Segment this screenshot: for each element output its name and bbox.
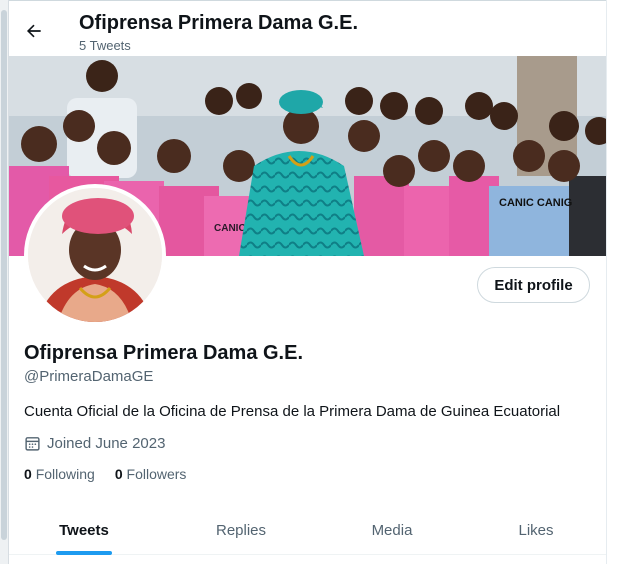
svg-text:CANIC CANIG: CANIC CANIG [499, 197, 572, 209]
following-label: Following [35, 466, 95, 482]
followers-label: Followers [126, 466, 187, 482]
right-divider [606, 0, 619, 564]
following-link[interactable]: 0 Following [24, 466, 95, 482]
joined-date: Joined June 2023 [24, 435, 165, 452]
active-tab-indicator [56, 551, 112, 555]
tab-label: Tweets [59, 521, 109, 539]
tab-media[interactable]: Media [323, 505, 461, 555]
tab-replies[interactable]: Replies [159, 505, 323, 555]
svg-text:CANIC: CANIC [214, 223, 246, 234]
tab-label: Likes [518, 521, 554, 539]
follow-stats: 0 Following 0 Followers [24, 466, 186, 482]
followers-count: 0 [114, 466, 123, 482]
profile-bio: Cuenta Oficial de la Oficina de Prensa d… [24, 403, 561, 420]
back-button[interactable] [21, 18, 47, 44]
scrollbar-thumb[interactable] [1, 10, 7, 540]
joined-text: Joined June 2023 [47, 435, 166, 452]
user-handle: @PrimeraDamaGE [24, 368, 154, 385]
profile-header: Ofiprensa Primera Dama G.E. 5 Tweets [9, 4, 606, 56]
calendar-icon [25, 437, 40, 451]
page-scrollbar[interactable] [0, 0, 9, 564]
tab-likes[interactable]: Likes [461, 505, 611, 555]
arrow-left-icon [26, 24, 41, 38]
edit-profile-button[interactable]: Edit profile [477, 267, 590, 303]
followers-link[interactable]: 0 Followers [115, 466, 187, 482]
display-name: Ofiprensa Primera Dama G.E. [24, 342, 304, 364]
tweet-count: 5 Tweets [79, 38, 131, 53]
tab-label: Replies [215, 521, 267, 539]
tab-tweets[interactable]: Tweets [9, 505, 159, 555]
profile-avatar[interactable] [24, 184, 166, 326]
following-count: 0 [24, 466, 32, 482]
tab-label: Media [371, 521, 413, 539]
profile-tabs: Tweets Replies Media Likes [9, 505, 606, 555]
header-title: Ofiprensa Primera Dama G.E. [79, 12, 359, 34]
avatar-photo [28, 188, 162, 322]
